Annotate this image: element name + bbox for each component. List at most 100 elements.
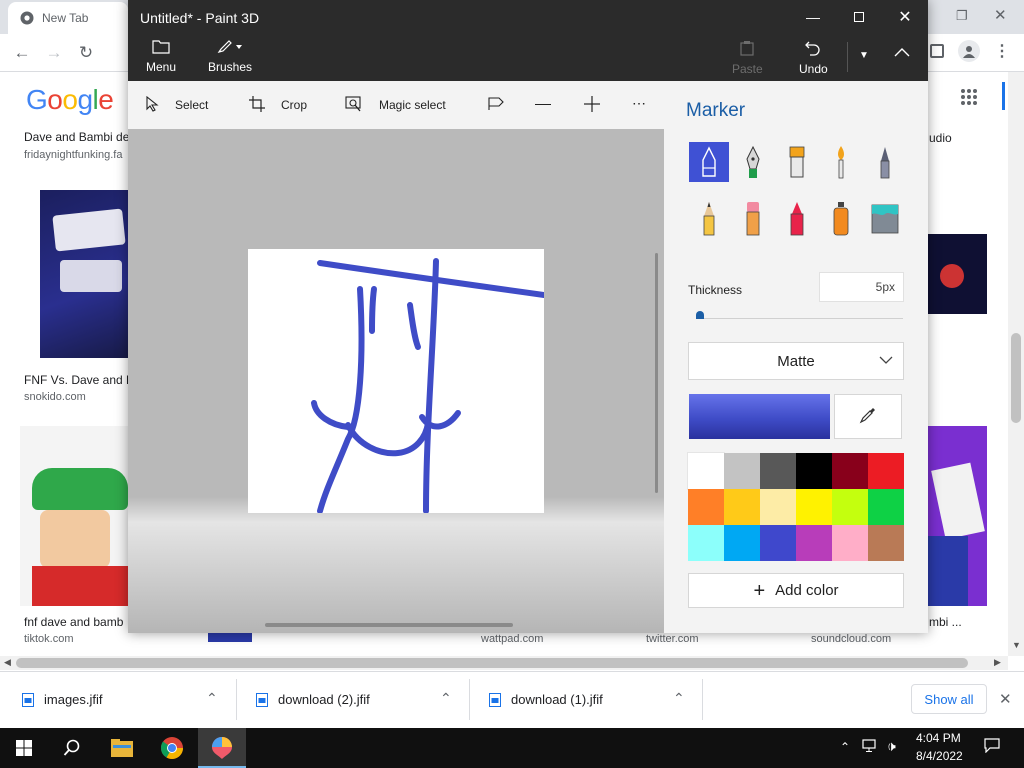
color-swatch[interactable] [832, 453, 868, 489]
zoom-in-icon[interactable] [584, 96, 600, 115]
result-title[interactable]: Dave and Bambi de [24, 130, 129, 144]
minimize-icon[interactable]: — [790, 0, 836, 34]
history-dropdown-icon[interactable]: ▼ [859, 50, 869, 61]
result-thumbnail[interactable] [208, 632, 252, 642]
current-color-swatch[interactable] [689, 394, 830, 439]
color-swatch[interactable] [724, 453, 760, 489]
drawing-canvas[interactable] [248, 249, 547, 514]
result-title[interactable]: udio [929, 131, 952, 145]
chevron-up-icon[interactable]: ⌃ [673, 690, 685, 707]
undo-button[interactable]: Undo [799, 40, 828, 76]
close-icon[interactable]: ✕ [882, 0, 928, 34]
download-item[interactable]: download (1).jfif [489, 671, 603, 728]
watercolor-button[interactable] [821, 142, 861, 182]
result-title[interactable]: fnf dave and bamb [24, 615, 123, 629]
crayon-button[interactable] [777, 198, 817, 238]
color-swatch[interactable] [832, 489, 868, 525]
notification-icon[interactable] [984, 737, 1000, 756]
tab-search-icon[interactable] [930, 44, 944, 58]
color-swatch[interactable] [760, 489, 796, 525]
flag-icon[interactable] [488, 97, 504, 114]
workspace-scrollbar-vertical[interactable] [655, 253, 658, 493]
brushes-button[interactable]: Brushes [208, 40, 252, 74]
color-swatch[interactable] [796, 453, 832, 489]
thickness-slider-thumb[interactable] [696, 311, 704, 319]
collapse-ribbon-icon[interactable] [894, 46, 910, 60]
back-arrow-icon[interactable]: ← [10, 41, 34, 65]
color-swatch[interactable] [796, 525, 832, 561]
download-item[interactable]: download (2).jfif [256, 671, 370, 728]
windows-start-icon[interactable] [0, 728, 48, 768]
close-downloads-icon[interactable]: ✕ [999, 690, 1012, 708]
volume-icon[interactable]: 🕩 [887, 738, 896, 755]
result-thumbnail[interactable] [40, 190, 130, 358]
color-swatch[interactable] [687, 452, 725, 490]
search-icon[interactable] [48, 728, 96, 768]
zoom-out-icon[interactable] [535, 104, 551, 105]
chrome-menu-icon[interactable]: ⋮ [994, 40, 1010, 62]
eraser-button[interactable] [733, 198, 773, 238]
result-thumbnail[interactable] [928, 426, 987, 606]
chrome-taskbar-icon[interactable] [148, 728, 196, 768]
profile-avatar-icon[interactable] [958, 40, 980, 62]
color-swatch[interactable] [760, 525, 796, 561]
network-icon[interactable] [862, 739, 878, 756]
chrome-close-icon[interactable]: ✕ [994, 6, 1007, 24]
chevron-up-icon[interactable]: ⌃ [440, 690, 452, 707]
finish-dropdown[interactable]: Matte [688, 342, 904, 380]
result-thumbnail[interactable] [20, 426, 128, 606]
clock-date[interactable]: 8/4/2022 [916, 749, 963, 763]
sign-in-edge[interactable] [1002, 82, 1005, 110]
download-item[interactable]: images.jfif [22, 671, 103, 728]
marker-brush-button[interactable] [689, 142, 729, 182]
crop-tool[interactable]: Crop [249, 81, 307, 129]
color-swatch[interactable] [724, 525, 760, 561]
color-swatch[interactable] [796, 489, 832, 525]
color-swatch[interactable] [868, 489, 904, 525]
page-scrollbar-h-thumb[interactable] [16, 658, 968, 668]
chrome-tab-new-tab[interactable]: New Tab [8, 2, 128, 34]
paint3d-taskbar-icon[interactable] [198, 728, 246, 768]
calligraphy-pen-button[interactable] [733, 142, 773, 182]
color-swatch[interactable] [832, 525, 868, 561]
workspace-scrollbar-horizontal[interactable] [265, 623, 513, 627]
magic-select-tool[interactable]: Magic select [345, 81, 446, 129]
result-title[interactable]: mbi ... [929, 615, 962, 629]
maximize-icon[interactable] [836, 0, 882, 34]
clock-time[interactable]: 4:04 PM [916, 731, 961, 745]
color-swatch[interactable] [724, 489, 760, 525]
fill-bucket-button[interactable] [865, 198, 905, 238]
add-color-button[interactable]: + Add color [688, 573, 904, 608]
scroll-left-arrow-icon[interactable]: ◀ [4, 657, 11, 668]
color-swatch[interactable] [868, 525, 904, 561]
scroll-right-arrow-icon[interactable]: ▶ [994, 657, 1001, 668]
chrome-restore-icon[interactable]: ❐ [956, 8, 968, 24]
pencil-button[interactable] [689, 198, 729, 238]
color-swatch[interactable] [688, 489, 724, 525]
page-scrollbar-thumb[interactable] [1011, 333, 1021, 423]
spray-can-button[interactable] [821, 198, 861, 238]
oil-brush-button[interactable] [777, 142, 817, 182]
reload-icon[interactable]: ↻ [74, 41, 98, 65]
color-swatch[interactable] [760, 453, 796, 489]
eyedropper-button[interactable] [834, 394, 902, 439]
scroll-down-arrow-icon[interactable]: ▼ [1012, 640, 1021, 650]
show-all-button[interactable]: Show all [911, 684, 987, 714]
menu-button[interactable]: Menu [146, 40, 176, 74]
pixel-pen-button[interactable] [865, 142, 905, 182]
chevron-up-icon[interactable]: ⌃ [206, 690, 218, 707]
color-swatch[interactable] [868, 453, 904, 489]
chevron-up-tray-icon[interactable]: ⌃ [840, 740, 850, 754]
apps-grid-icon[interactable] [960, 88, 978, 106]
color-swatch[interactable] [688, 525, 724, 561]
select-tool[interactable]: Select [145, 81, 208, 129]
paste-button[interactable]: Paste [732, 40, 763, 76]
thickness-input[interactable]: 5px [819, 272, 904, 302]
forward-arrow-icon[interactable]: → [42, 41, 66, 65]
thickness-slider-track[interactable] [697, 318, 903, 319]
file-explorer-icon[interactable] [98, 728, 146, 768]
more-options-icon[interactable]: ⋯ [632, 95, 646, 112]
result-title[interactable]: FNF Vs. Dave and B [24, 373, 134, 387]
result-thumbnail[interactable] [928, 234, 987, 314]
google-logo[interactable]: Google [26, 84, 114, 116]
